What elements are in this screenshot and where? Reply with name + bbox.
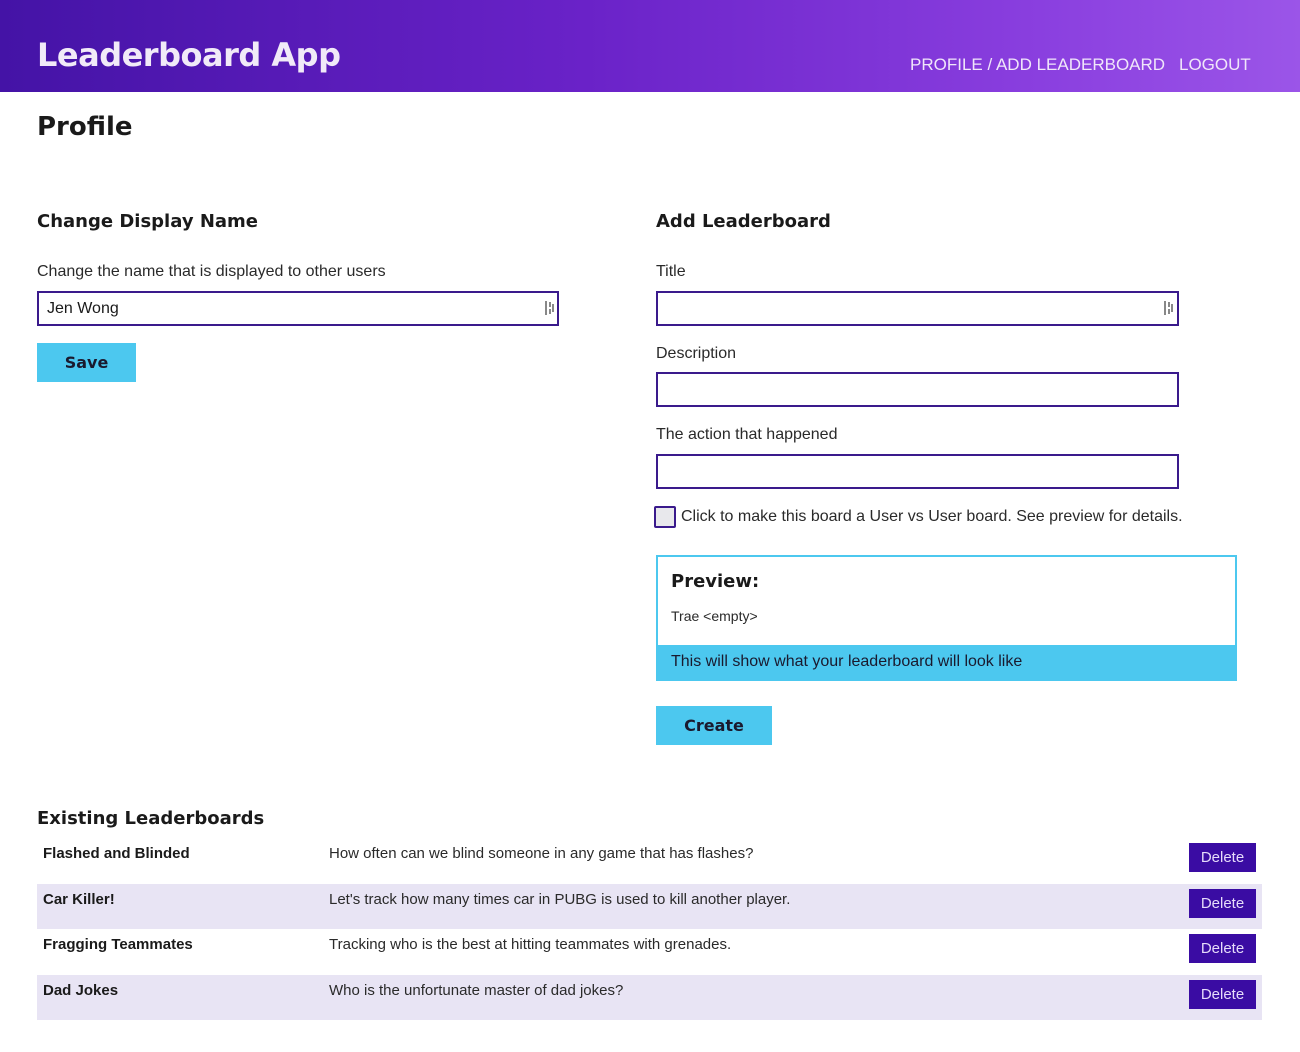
action-label: The action that happened [656, 426, 838, 443]
leaderboard-description: Let's track how many times car in PUBG i… [329, 890, 791, 908]
page-title: Profile [37, 112, 133, 142]
app-brand[interactable]: Leaderboard App [37, 36, 341, 74]
preview-card: Preview: Trae <empty> This will show wha… [656, 555, 1237, 681]
delete-button[interactable]: Delete [1189, 979, 1256, 1009]
action-input[interactable] [656, 454, 1179, 489]
add-leaderboard-heading: Add Leaderboard [656, 211, 831, 232]
table-row: Car Killer! Let's track how many times c… [37, 883, 1262, 929]
delete-button[interactable]: Delete [1189, 843, 1256, 872]
leaderboard-name: Fragging Teammates [43, 936, 193, 953]
preview-title: Preview: [671, 571, 760, 592]
display-name-label: Change the name that is displayed to oth… [37, 263, 386, 280]
leaderboard-description: How often can we blind someone in any ga… [329, 845, 754, 862]
description-input[interactable] [656, 372, 1179, 407]
leaderboard-name: Dad Jokes [43, 981, 119, 999]
user-vs-user-label[interactable]: Click to make this board a User vs User … [681, 508, 1183, 526]
preview-entry: Trae <empty> [671, 608, 758, 624]
app-header: Leaderboard App PROFILE / ADD LEADERBOAR… [0, 0, 1300, 92]
leaderboard-description: Who is the unfortunate master of dad jok… [329, 981, 624, 999]
nav-profile-add-leaderboard[interactable]: PROFILE / ADD LEADERBOARD [910, 55, 1165, 75]
change-display-name-heading: Change Display Name [37, 211, 258, 232]
title-label: Title [656, 263, 686, 280]
delete-button[interactable]: Delete [1189, 934, 1256, 963]
save-button[interactable]: Save [37, 343, 136, 382]
autofill-icon [545, 301, 554, 315]
leaderboard-name: Flashed and Blinded [43, 845, 190, 862]
leaderboard-name: Car Killer! [43, 890, 115, 908]
create-button[interactable]: Create [656, 706, 772, 745]
existing-leaderboards-heading: Existing Leaderboards [37, 808, 265, 829]
leaderboard-description: Tracking who is the best at hitting team… [329, 936, 732, 953]
autofill-icon [1164, 301, 1173, 315]
delete-button[interactable]: Delete [1189, 888, 1256, 918]
table-row: Dad Jokes Who is the unfortunate master … [37, 974, 1262, 1020]
table-row: Flashed and Blinded How often can we bli… [37, 838, 1262, 884]
display-name-input[interactable] [37, 291, 559, 326]
nav-logout[interactable]: LOGOUT [1179, 55, 1251, 75]
preview-footer: This will show what your leaderboard wil… [656, 645, 1237, 681]
title-input[interactable] [656, 291, 1179, 326]
leaderboards-table: Flashed and Blinded How often can we bli… [37, 838, 1262, 1020]
user-vs-user-checkbox[interactable] [654, 506, 676, 528]
table-row: Fragging Teammates Tracking who is the b… [37, 929, 1262, 975]
description-label: Description [656, 345, 737, 362]
